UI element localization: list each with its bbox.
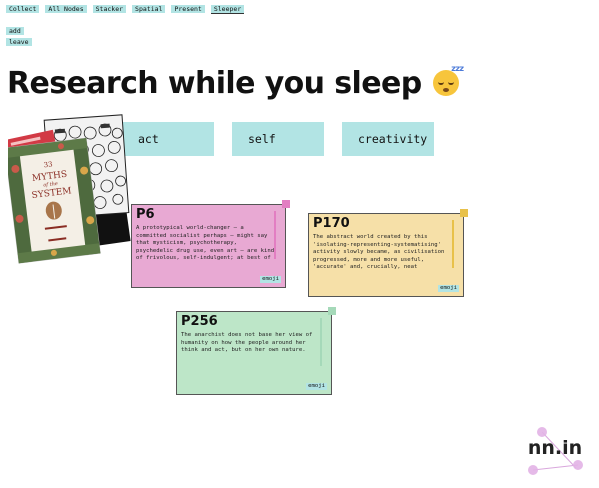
card-scrollbar[interactable] <box>452 220 454 268</box>
page-title: Research while you sleep zzz <box>7 64 464 101</box>
card-text: The anarchist does not base her view of … <box>181 332 313 354</box>
nav-sleeper[interactable]: Sleeper <box>210 5 245 14</box>
page-title-text: Research while you sleep <box>7 66 422 101</box>
nav-stacker[interactable]: Stacker <box>92 5 127 13</box>
card-corner-handle[interactable] <box>282 200 290 208</box>
tag-act[interactable]: act <box>122 122 214 156</box>
book-stack-image[interactable]: 33 MYTHS of the SYSTEM <box>8 114 133 264</box>
top-nav: Collect All Nodes Stacker Spatial Presen… <box>6 5 245 14</box>
card-text: A prototypical world-changer — a committ… <box>136 225 275 263</box>
card-title: P6 <box>136 207 155 222</box>
logo-text: nn.in <box>528 437 582 459</box>
emoji-button[interactable]: emoji <box>260 276 281 283</box>
emoji-button[interactable]: emoji <box>438 285 459 292</box>
nav-collect[interactable]: Collect <box>6 5 40 13</box>
emoji-button[interactable]: emoji <box>306 383 327 390</box>
card-p256[interactable]: P256 The anarchist does not base her vie… <box>176 307 336 395</box>
card-corner-handle[interactable] <box>460 209 468 217</box>
card-scrollbar[interactable] <box>320 318 322 366</box>
card-title: P256 <box>181 314 218 329</box>
card-scrollbar[interactable] <box>274 211 276 259</box>
card-p6[interactable]: P6 A prototypical world-changer — a comm… <box>131 200 290 288</box>
nn-logo: nn.in <box>528 427 583 475</box>
leave-button[interactable]: leave <box>6 38 32 46</box>
nav-all-nodes[interactable]: All Nodes <box>45 5 87 13</box>
card-p170[interactable]: P170 The abstract world created by this … <box>308 209 468 297</box>
tag-creativity[interactable]: creativity <box>342 122 434 156</box>
add-button[interactable]: add <box>6 27 24 35</box>
card-title: P170 <box>313 216 350 231</box>
book-number: 33 <box>43 160 53 169</box>
nav-present[interactable]: Present <box>171 5 205 13</box>
tag-self[interactable]: self <box>232 122 324 156</box>
card-text: The abstract world created by this 'isol… <box>313 234 445 272</box>
nav-spatial[interactable]: Spatial <box>132 5 166 13</box>
card-corner-handle[interactable] <box>328 307 336 315</box>
sleeping-face-emoji-icon: zzz <box>433 64 464 96</box>
